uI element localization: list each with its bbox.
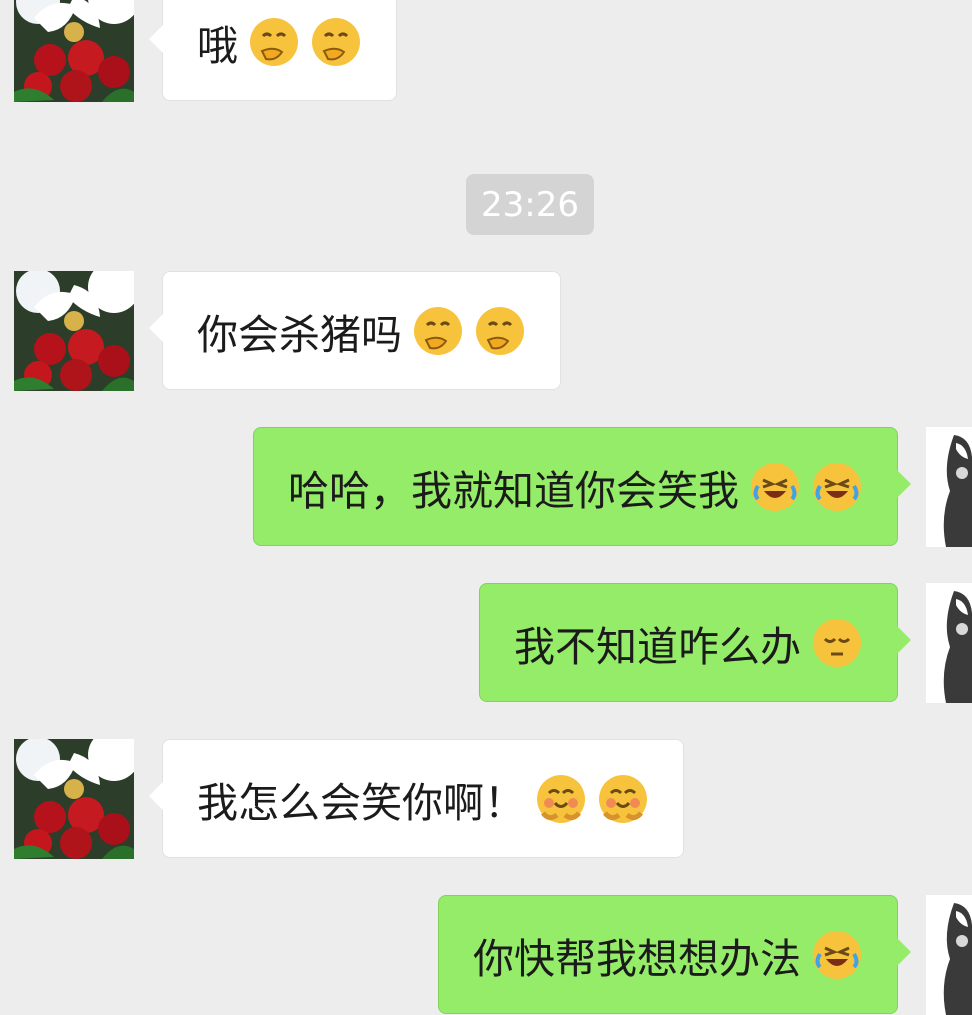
hug-face-emoji-icon: [535, 773, 587, 825]
message-bubble-outgoing[interactable]: 哈哈，我就知道你会笑我: [253, 427, 911, 546]
smirk-hand-emoji-icon: [412, 305, 464, 357]
message-text: 你快帮我想想办法: [473, 934, 801, 983]
chat-window: 哦 23:26 你会杀猪吗 哈哈，我就知道你会笑我 我不知道咋么办 我怎么会笑你…: [0, 0, 972, 1015]
user-avatar[interactable]: [926, 895, 972, 1015]
contact-avatar[interactable]: [14, 271, 134, 391]
contact-avatar[interactable]: [14, 739, 134, 859]
bubble-tail: [149, 782, 163, 810]
message-text: 你会杀猪吗: [197, 310, 402, 359]
message-bubble-incoming[interactable]: 我怎么会笑你啊！: [149, 739, 684, 858]
bubble-tail: [897, 470, 911, 498]
message-bubble-outgoing[interactable]: 我不知道咋么办: [479, 583, 911, 702]
smirk-hand-emoji-icon: [248, 16, 300, 68]
contact-avatar[interactable]: [14, 0, 134, 102]
laugh-cry-emoji-icon: [811, 461, 863, 513]
smirk-hand-emoji-icon: [474, 305, 526, 357]
bubble-tail: [897, 938, 911, 966]
hug-face-emoji-icon: [597, 773, 649, 825]
laugh-cry-emoji-icon: [811, 929, 863, 981]
smirk-hand-emoji-icon: [310, 16, 362, 68]
pensive-emoji-icon: [811, 617, 863, 669]
user-avatar[interactable]: [926, 427, 972, 547]
message-text: 我不知道咋么办: [514, 622, 801, 671]
message-bubble-outgoing[interactable]: 你快帮我想想办法: [438, 895, 911, 1014]
bubble-tail: [897, 626, 911, 654]
message-bubble-incoming[interactable]: 你会杀猪吗: [149, 271, 561, 390]
bubble-tail: [149, 25, 163, 53]
message-text: 哦: [197, 21, 238, 70]
message-timestamp: 23:26: [466, 174, 594, 235]
message-text: 我怎么会笑你啊！: [197, 778, 525, 827]
bubble-tail: [149, 314, 163, 342]
user-avatar[interactable]: [926, 583, 972, 703]
laugh-cry-emoji-icon: [749, 461, 801, 513]
message-text: 哈哈，我就知道你会笑我: [288, 466, 739, 515]
message-bubble-incoming[interactable]: 哦: [149, 0, 397, 101]
